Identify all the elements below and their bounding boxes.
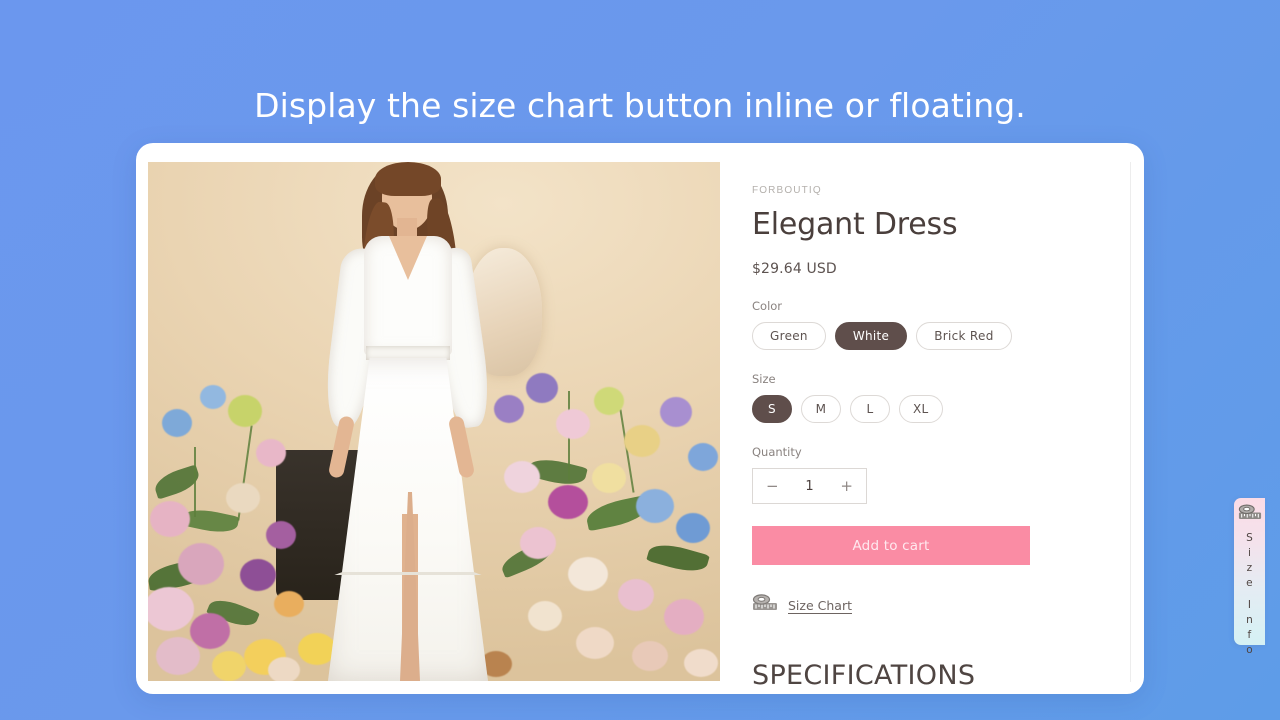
floating-tab-letter: i — [1247, 547, 1252, 559]
measuring-tape-icon — [1238, 504, 1262, 525]
size-chart-inline-button[interactable]: Size Chart — [752, 594, 1114, 616]
color-option-group: Green White Brick Red — [752, 322, 1114, 350]
quantity-increase-button[interactable]: + — [840, 478, 853, 494]
floating-tab-letter: f — [1247, 629, 1252, 641]
measuring-tape-icon — [752, 594, 778, 616]
floating-tab-letter: o — [1246, 644, 1253, 656]
product-card: FORBOUTIQ Elegant Dress $29.64 USD Color… — [136, 143, 1265, 694]
color-swatch-green[interactable]: Green — [752, 322, 826, 350]
color-swatch-brick-red[interactable]: Brick Red — [916, 322, 1012, 350]
size-swatch-xl[interactable]: XL — [899, 395, 943, 423]
page-headline: Display the size chart button inline or … — [254, 86, 1026, 125]
size-option-group: S M L XL — [752, 395, 1114, 423]
color-option-label: Color — [752, 299, 783, 313]
floating-tab-label: S i z e I n f o — [1246, 531, 1253, 658]
floating-size-info-tab[interactable]: S i z e I n f o — [1234, 498, 1265, 656]
panel-divider — [1130, 162, 1131, 682]
product-title: Elegant Dress — [752, 207, 958, 242]
specifications-heading: SPECIFICATIONS — [752, 660, 976, 691]
floating-tab-letter: S — [1246, 532, 1253, 544]
quantity-stepper[interactable]: − 1 + — [752, 468, 867, 504]
floating-tab-letter: e — [1246, 577, 1253, 589]
floating-tab-letter: z — [1246, 562, 1253, 574]
size-swatch-l[interactable]: L — [850, 395, 890, 423]
floating-tab-letter: I — [1247, 599, 1252, 611]
quantity-decrease-button[interactable]: − — [766, 478, 779, 494]
product-details: FORBOUTIQ Elegant Dress $29.64 USD Color… — [752, 162, 1130, 691]
size-swatch-m[interactable]: M — [801, 395, 841, 423]
size-swatch-s[interactable]: S — [752, 395, 792, 423]
quantity-label: Quantity — [752, 445, 802, 459]
floating-tab-letter: n — [1246, 614, 1253, 626]
color-swatch-white[interactable]: White — [834, 322, 908, 350]
model-figure — [236, 162, 566, 681]
product-price: $29.64 USD — [752, 261, 837, 277]
product-card-inner: FORBOUTIQ Elegant Dress $29.64 USD Color… — [148, 162, 1142, 694]
size-option-label: Size — [752, 372, 776, 386]
size-chart-link-text[interactable]: Size Chart — [788, 598, 852, 613]
quantity-value[interactable]: 1 — [805, 479, 813, 494]
product-image[interactable] — [148, 162, 720, 681]
add-to-cart-button[interactable]: Add to cart — [752, 526, 1030, 565]
floating-tab-word-gap — [1246, 591, 1253, 598]
product-vendor: FORBOUTIQ — [752, 185, 822, 196]
